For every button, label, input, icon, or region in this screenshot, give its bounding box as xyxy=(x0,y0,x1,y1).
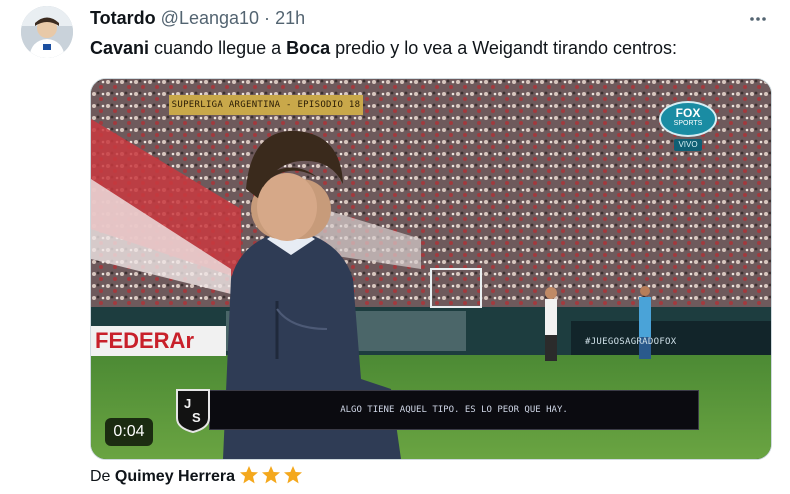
tweet-timestamp[interactable]: 21h xyxy=(275,8,305,28)
avatar[interactable] xyxy=(21,6,73,58)
svg-text:J: J xyxy=(184,396,191,411)
channel-logo: FOX SPORTS VIVO xyxy=(659,101,717,155)
broadcast-hashtag: #JUEGOSAGRADOFOX xyxy=(585,337,677,347)
star-icon xyxy=(262,466,281,484)
author-handle[interactable]: @Leanga10 xyxy=(161,8,259,28)
star-icon xyxy=(240,466,259,484)
live-label: VIVO xyxy=(674,139,702,151)
more-options-icon[interactable] xyxy=(748,9,768,29)
header-separator: · xyxy=(264,8,271,28)
source-name[interactable]: Quimey Herrera xyxy=(115,468,235,485)
tweet-text: Cavani cuando llegue a Boca predio y lo … xyxy=(90,38,677,59)
watermark-logo-icon: J S xyxy=(176,389,210,434)
source-prefix: De xyxy=(90,468,111,485)
episode-label: SUPERLIGA ARGENTINA - EPISODIO 18 xyxy=(169,95,363,115)
video-subtitle: ALGO TIENE AQUEL TIPO. ES LO PEOR QUE HA… xyxy=(209,390,699,430)
tweet-text-part: Cavani xyxy=(90,38,150,58)
video-player[interactable]: SUPERLIGA ARGENTINA - EPISODIO 18 FOX SPO… xyxy=(90,78,772,460)
tweet-header: Totardo @Leanga10 · 21h xyxy=(90,8,305,29)
video-elapsed-time[interactable]: 0:04 xyxy=(105,418,153,446)
author-name[interactable]: Totardo xyxy=(90,8,156,28)
tweet-text-part: Boca xyxy=(286,38,331,58)
media-source: De Quimey Herrera xyxy=(90,465,305,486)
star-icon xyxy=(284,466,303,484)
avatar-image xyxy=(21,6,73,58)
channel-logo-subtext: SPORTS xyxy=(673,120,703,127)
ad-board: FEDERAr xyxy=(91,326,226,356)
tweet-text-part: predio y lo vea a Weigandt tirando centr… xyxy=(330,38,678,58)
channel-logo-text: FOX xyxy=(675,106,701,120)
tweet-text-part: cuando llegue a xyxy=(149,38,287,58)
svg-text:S: S xyxy=(192,410,201,425)
